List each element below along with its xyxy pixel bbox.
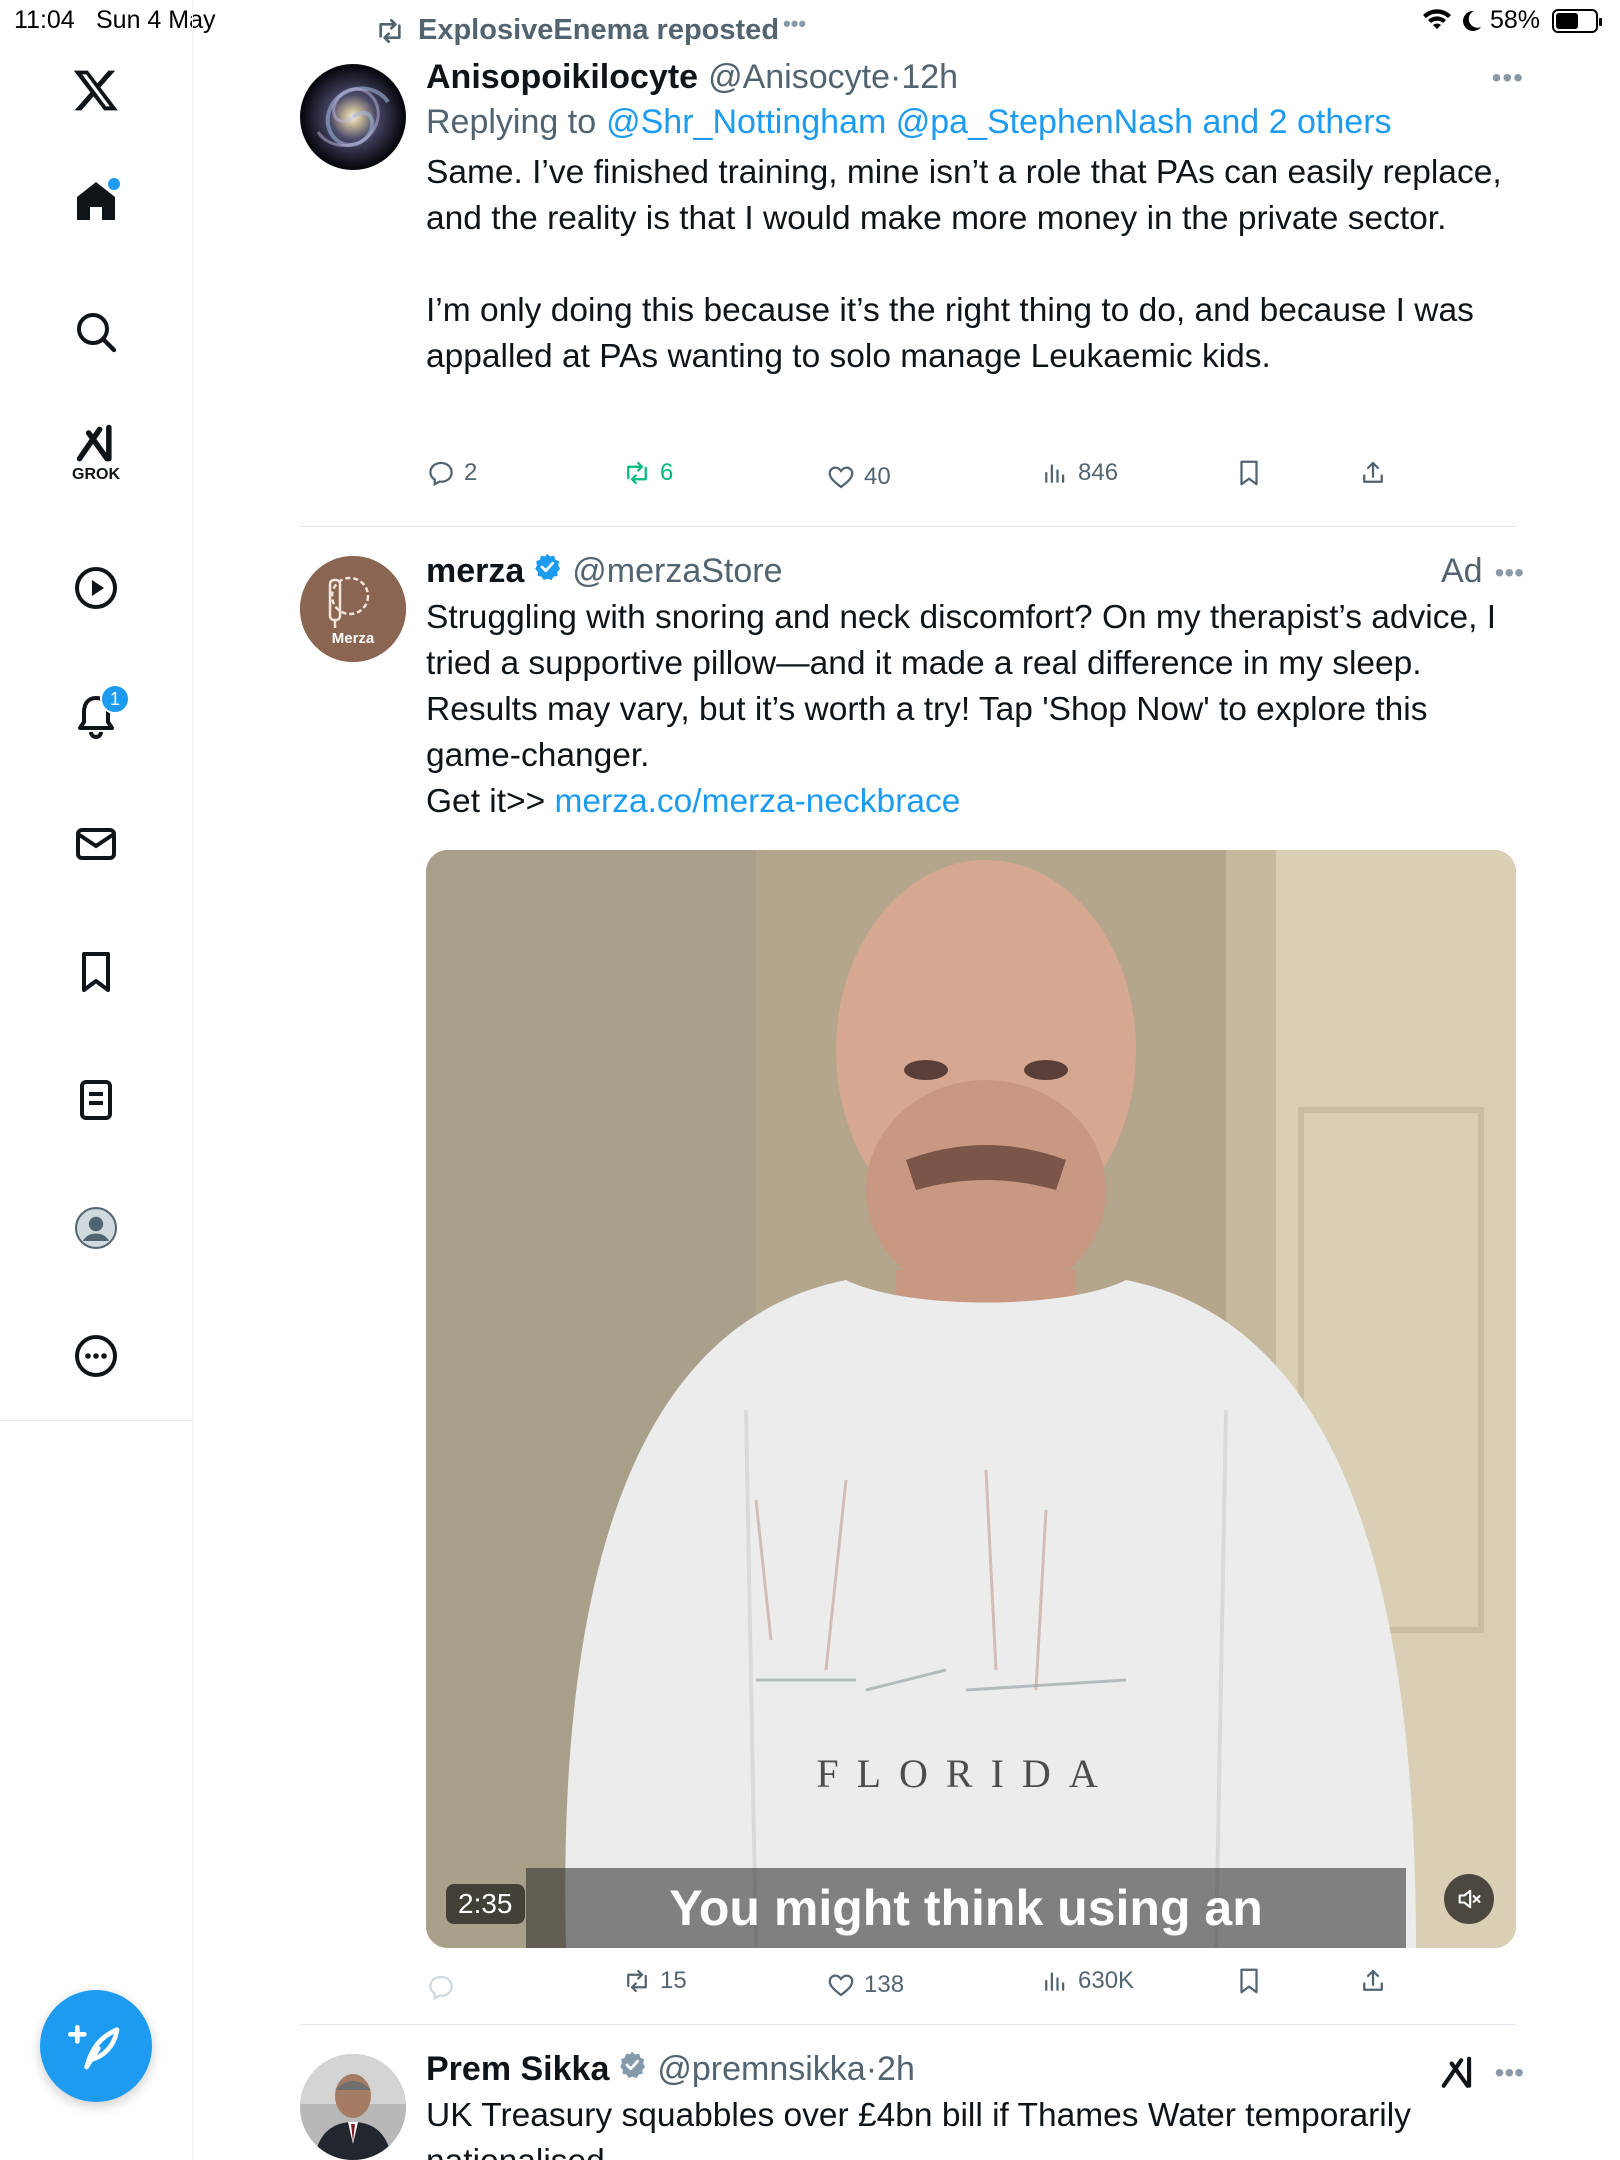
merza-avatar-label: Merza — [331, 630, 375, 647]
grok-label: GROK — [72, 466, 120, 483]
views-icon — [1045, 464, 1065, 483]
views-icon — [1045, 1972, 1065, 1991]
views-button[interactable]: 846 — [1040, 458, 1118, 488]
verified-badge-icon — [535, 553, 561, 581]
timeline-feed: ExplosiveEnema reposted ••• Anisopoikilo… — [194, 0, 1620, 2160]
share-button[interactable] — [1358, 458, 1388, 488]
sidebar-divider — [0, 1420, 193, 1421]
replying-to-users[interactable]: @Shr_Nottingham @pa_StephenNash and 2 ot… — [606, 103, 1391, 142]
views-count: 630K — [1078, 1967, 1135, 1994]
notifications-badge: 1 — [100, 684, 130, 714]
shirt-text: FLORIDA — [816, 1751, 1116, 1796]
ad-header-right: Ad ••• — [1441, 552, 1524, 591]
repost-count: 15 — [660, 1967, 687, 1994]
author-name[interactable]: Prem Sikka — [426, 2050, 609, 2089]
overflow-dots-icon: ••• — [783, 10, 807, 36]
bookmark-icon — [1240, 460, 1258, 486]
ad-tweet-merza: merza @merzaStore Struggling with snorin… — [426, 552, 1516, 825]
repost-icon — [379, 18, 401, 43]
bookmarks-icon[interactable] — [66, 942, 126, 1002]
grok-icon[interactable]: GROK — [66, 422, 126, 483]
heart-icon — [828, 466, 854, 489]
repost-indicator: ExplosiveEnema reposted ••• — [374, 10, 807, 47]
share-button[interactable] — [1358, 1966, 1388, 1996]
author-handle[interactable]: @Anisocyte — [708, 58, 890, 97]
tweet-text-paragraph-1: Same. I’ve finished training, mine isn’t… — [426, 154, 1502, 237]
ad-actions: 15 138 630K — [426, 1966, 1526, 2006]
repost-label[interactable]: ExplosiveEnema reposted — [418, 14, 779, 47]
tweet-text-paragraph-2: I’m only doing this because it’s the rig… — [426, 292, 1474, 375]
ad-cta-prefix: Get it>> — [426, 783, 546, 820]
tweet-divider — [300, 2024, 1516, 2025]
mute-button[interactable] — [1444, 1874, 1494, 1924]
author-name[interactable]: Anisopoikilocyte — [426, 58, 698, 97]
bookmark-button[interactable] — [1234, 458, 1264, 488]
ad-text: Struggling with snoring and neck discomf… — [426, 599, 1497, 774]
avatar-anisopoikilocyte[interactable] — [300, 64, 406, 170]
tweet-time[interactable]: 2h — [877, 2050, 915, 2089]
author-name[interactable]: merza — [426, 552, 524, 591]
like-button[interactable]: 40 — [826, 462, 891, 492]
tweet-more-icon[interactable]: ••• — [1495, 2057, 1524, 2089]
home-icon[interactable] — [66, 172, 126, 232]
repost-icon — [627, 1969, 647, 1993]
repost-icon — [627, 461, 647, 485]
muted-speaker-icon — [1458, 1889, 1481, 1909]
repost-count: 6 — [660, 459, 674, 486]
ad-video[interactable]: FLORIDA 2:35 You might think using an — [426, 850, 1516, 1948]
replying-to-label: Replying to — [426, 103, 597, 141]
tweet-text: UK Treasury squabbles over £4bn bill if … — [426, 2097, 1411, 2160]
tweet-divider — [300, 526, 1516, 527]
bookmark-icon — [1240, 1968, 1258, 1994]
video-icon[interactable] — [66, 558, 126, 618]
author-handle[interactable]: @premnsikka — [657, 2050, 865, 2089]
tweet-more-icon[interactable]: ••• — [1492, 62, 1524, 94]
compose-button[interactable] — [40, 1990, 152, 2102]
ad-more-icon[interactable]: ••• — [1495, 557, 1524, 589]
avatar-prem-sikka[interactable] — [300, 2054, 406, 2160]
reply-button[interactable]: 2 — [426, 458, 477, 488]
x-logo-icon[interactable] — [66, 60, 126, 120]
bookmark-button[interactable] — [1234, 1966, 1264, 1996]
like-count: 138 — [864, 1971, 905, 1998]
like-count: 40 — [864, 463, 891, 490]
reply-icon — [429, 1975, 453, 2001]
reply-button[interactable] — [426, 1972, 456, 2002]
search-icon[interactable] — [66, 302, 126, 362]
ad-cta-link[interactable]: merza.co/merza-neckbrace — [555, 783, 961, 820]
reply-icon — [429, 461, 453, 487]
compose-feather-icon — [68, 2025, 120, 2070]
repost-button[interactable]: 15 — [622, 1966, 687, 1996]
notifications-icon[interactable]: 1 — [66, 684, 130, 746]
time-separator: · — [889, 58, 902, 96]
grok-icon[interactable] — [1439, 2054, 1477, 2092]
author-handle[interactable]: @merzaStore — [572, 552, 782, 591]
time-separator: · — [865, 2050, 878, 2088]
tweet-prem-sikka: Prem Sikka @premnsikka · 2h UK Treasury … — [426, 2050, 1516, 2160]
share-icon — [1363, 461, 1383, 483]
views-count: 846 — [1078, 459, 1119, 486]
verified-badge-icon — [620, 2051, 646, 2079]
profile-icon[interactable] — [66, 1198, 126, 1258]
avatar-merza[interactable]: Merza — [300, 556, 406, 662]
tweet-anisopoikilocyte: Anisopoikilocyte @Anisocyte · 12h Replyi… — [426, 58, 1516, 380]
reply-count: 2 — [464, 459, 478, 486]
tweet-time[interactable]: 12h — [901, 58, 958, 97]
like-button[interactable]: 138 — [826, 1970, 904, 2000]
repost-button[interactable]: 6 — [622, 458, 673, 488]
tweet-actions: 2 6 40 846 — [426, 458, 1526, 498]
video-duration: 2:35 — [446, 1884, 525, 1924]
more-icon[interactable] — [66, 1326, 126, 1386]
lists-icon[interactable] — [66, 1070, 126, 1130]
sidebar-nav: GROK 1 — [0, 0, 193, 2160]
messages-icon[interactable] — [66, 814, 126, 874]
home-unread-dot — [108, 178, 120, 190]
tweet3-header-right: ••• — [1439, 2054, 1524, 2092]
views-button[interactable]: 630K — [1040, 1966, 1134, 1996]
video-caption: You might think using an — [526, 1868, 1406, 1948]
ad-label: Ad — [1440, 552, 1483, 590]
share-icon — [1363, 1969, 1383, 1991]
heart-icon — [828, 1974, 854, 1997]
